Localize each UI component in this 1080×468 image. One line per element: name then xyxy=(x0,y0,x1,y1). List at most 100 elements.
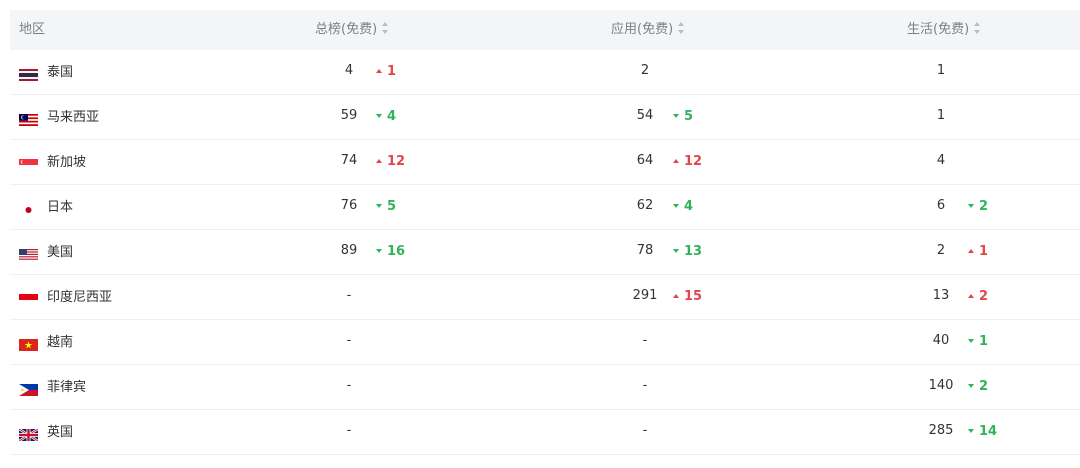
region-name: 新加坡 xyxy=(47,155,87,170)
uk-flag-icon xyxy=(18,426,39,443)
thailand-flag-icon xyxy=(19,66,38,81)
rank-value: 6 xyxy=(936,198,946,213)
rank-change-value: 1 xyxy=(979,244,989,259)
triangle-up-icon xyxy=(376,69,382,73)
vietnam-flag-icon xyxy=(19,336,38,351)
rank-value: 64 xyxy=(636,153,654,168)
rank-value: 40 xyxy=(932,333,950,348)
table-row: 英国 - - 285 14 xyxy=(10,410,1080,455)
sort-icon[interactable] xyxy=(974,22,981,34)
rank-value: 291 xyxy=(632,288,658,303)
rank-value: 2 xyxy=(936,243,946,258)
triangle-down-icon xyxy=(376,249,382,253)
singapore-flag-icon xyxy=(18,156,39,172)
header-lifestyle-free-label: 生活(免费) xyxy=(907,22,970,37)
triangle-down-icon xyxy=(376,204,382,208)
rank-change-down: 5 xyxy=(673,95,693,140)
rank-change-down: 1 xyxy=(968,320,988,365)
rank-change-up: 12 xyxy=(673,140,702,185)
region-name: 英国 xyxy=(47,425,74,440)
header-overall-free[interactable]: 总榜(免费) xyxy=(315,10,389,50)
rank-value: 1 xyxy=(936,108,946,123)
rank-value: - xyxy=(346,288,352,303)
rank-value: 285 xyxy=(928,423,954,438)
rank-change-down: 14 xyxy=(968,410,997,455)
ranking-table: 地区 总榜(免费) 应用(免费) 生活(免费) 泰国 4 1 2 1 马来西亚 59 4 54 5… xyxy=(0,0,1080,468)
rank-change-value: 1 xyxy=(979,334,989,349)
header-apps-free-label: 应用(免费) xyxy=(611,22,674,37)
rank-value: 4 xyxy=(936,153,946,168)
header-apps-free[interactable]: 应用(免费) xyxy=(611,10,685,50)
table-row: 美国 89 16 78 13 2 1 xyxy=(10,230,1080,275)
rank-value: - xyxy=(642,333,648,348)
table-row: 印度尼西亚 - 291 15 13 2 xyxy=(10,275,1080,320)
rank-value: 1 xyxy=(936,63,946,78)
rank-change-value: 4 xyxy=(684,199,694,214)
region-name: 美国 xyxy=(47,245,74,260)
table-row: 越南 - - 40 1 xyxy=(10,320,1080,365)
table-row: 泰国 4 1 2 1 xyxy=(10,50,1080,95)
triangle-down-icon xyxy=(673,204,679,208)
header-overall-free-label: 总榜(免费) xyxy=(315,22,378,37)
rank-change-up: 15 xyxy=(673,275,702,320)
rank-change-down: 16 xyxy=(376,230,405,275)
indonesia-flag-icon xyxy=(18,291,39,307)
rank-change-value: 2 xyxy=(979,199,989,214)
region-name: 印度尼西亚 xyxy=(47,290,113,305)
table-header: 地区 总榜(免费) 应用(免费) 生活(免费) xyxy=(10,10,1080,50)
triangle-up-icon xyxy=(968,294,974,298)
rank-value: 74 xyxy=(340,153,358,168)
header-lifestyle-free[interactable]: 生活(免费) xyxy=(907,10,981,50)
rank-change-down: 4 xyxy=(673,185,693,230)
rank-change-down: 2 xyxy=(968,185,988,230)
triangle-up-icon xyxy=(673,294,679,298)
malaysia-flag-icon xyxy=(19,111,38,126)
rank-value: 140 xyxy=(928,378,954,393)
rank-change-value: 4 xyxy=(387,109,397,124)
rank-change-value: 5 xyxy=(387,199,397,214)
region-name: 越南 xyxy=(47,335,74,350)
triangle-down-icon xyxy=(968,384,974,388)
table-row: 菲律宾 - - 140 2 xyxy=(10,365,1080,410)
rank-value: 13 xyxy=(932,288,950,303)
rank-change-up: 1 xyxy=(376,50,396,95)
rank-change-down: 5 xyxy=(376,185,396,230)
rank-value: 76 xyxy=(340,198,358,213)
rank-value: - xyxy=(346,423,352,438)
rank-value: 59 xyxy=(340,108,358,123)
region-name: 日本 xyxy=(47,200,74,215)
region-name: 菲律宾 xyxy=(47,380,87,395)
sort-icon[interactable] xyxy=(678,22,685,34)
rank-value: 62 xyxy=(636,198,654,213)
rank-change-value: 13 xyxy=(684,244,703,259)
rank-change-value: 12 xyxy=(387,154,406,169)
triangle-down-icon xyxy=(968,339,974,343)
rank-change-value: 16 xyxy=(387,244,406,259)
header-region: 地区 xyxy=(19,22,46,37)
rank-value: - xyxy=(346,333,352,348)
rank-change-up: 2 xyxy=(968,275,988,320)
rank-change-value: 1 xyxy=(387,64,397,79)
table-row: 日本 76 5 62 4 6 2 xyxy=(10,185,1080,230)
triangle-up-icon xyxy=(376,159,382,163)
region-name: 泰国 xyxy=(47,65,74,80)
rank-value: 4 xyxy=(344,63,354,78)
rank-value: 2 xyxy=(640,63,650,78)
triangle-down-icon xyxy=(968,204,974,208)
philippines-flag-icon xyxy=(19,381,38,396)
sort-icon[interactable] xyxy=(382,22,389,34)
rank-change-value: 14 xyxy=(979,424,998,439)
rank-value: - xyxy=(642,423,648,438)
rank-change-value: 2 xyxy=(979,289,989,304)
triangle-down-icon xyxy=(968,429,974,433)
region-name: 马来西亚 xyxy=(47,110,100,125)
usa-flag-icon xyxy=(19,246,38,261)
japan-flag-icon xyxy=(19,201,38,216)
triangle-down-icon xyxy=(673,114,679,118)
triangle-down-icon xyxy=(673,249,679,253)
rank-change-value: 15 xyxy=(684,289,703,304)
rank-change-up: 1 xyxy=(968,230,988,275)
rank-value: 89 xyxy=(340,243,358,258)
rank-value: 54 xyxy=(636,108,654,123)
triangle-up-icon xyxy=(673,159,679,163)
